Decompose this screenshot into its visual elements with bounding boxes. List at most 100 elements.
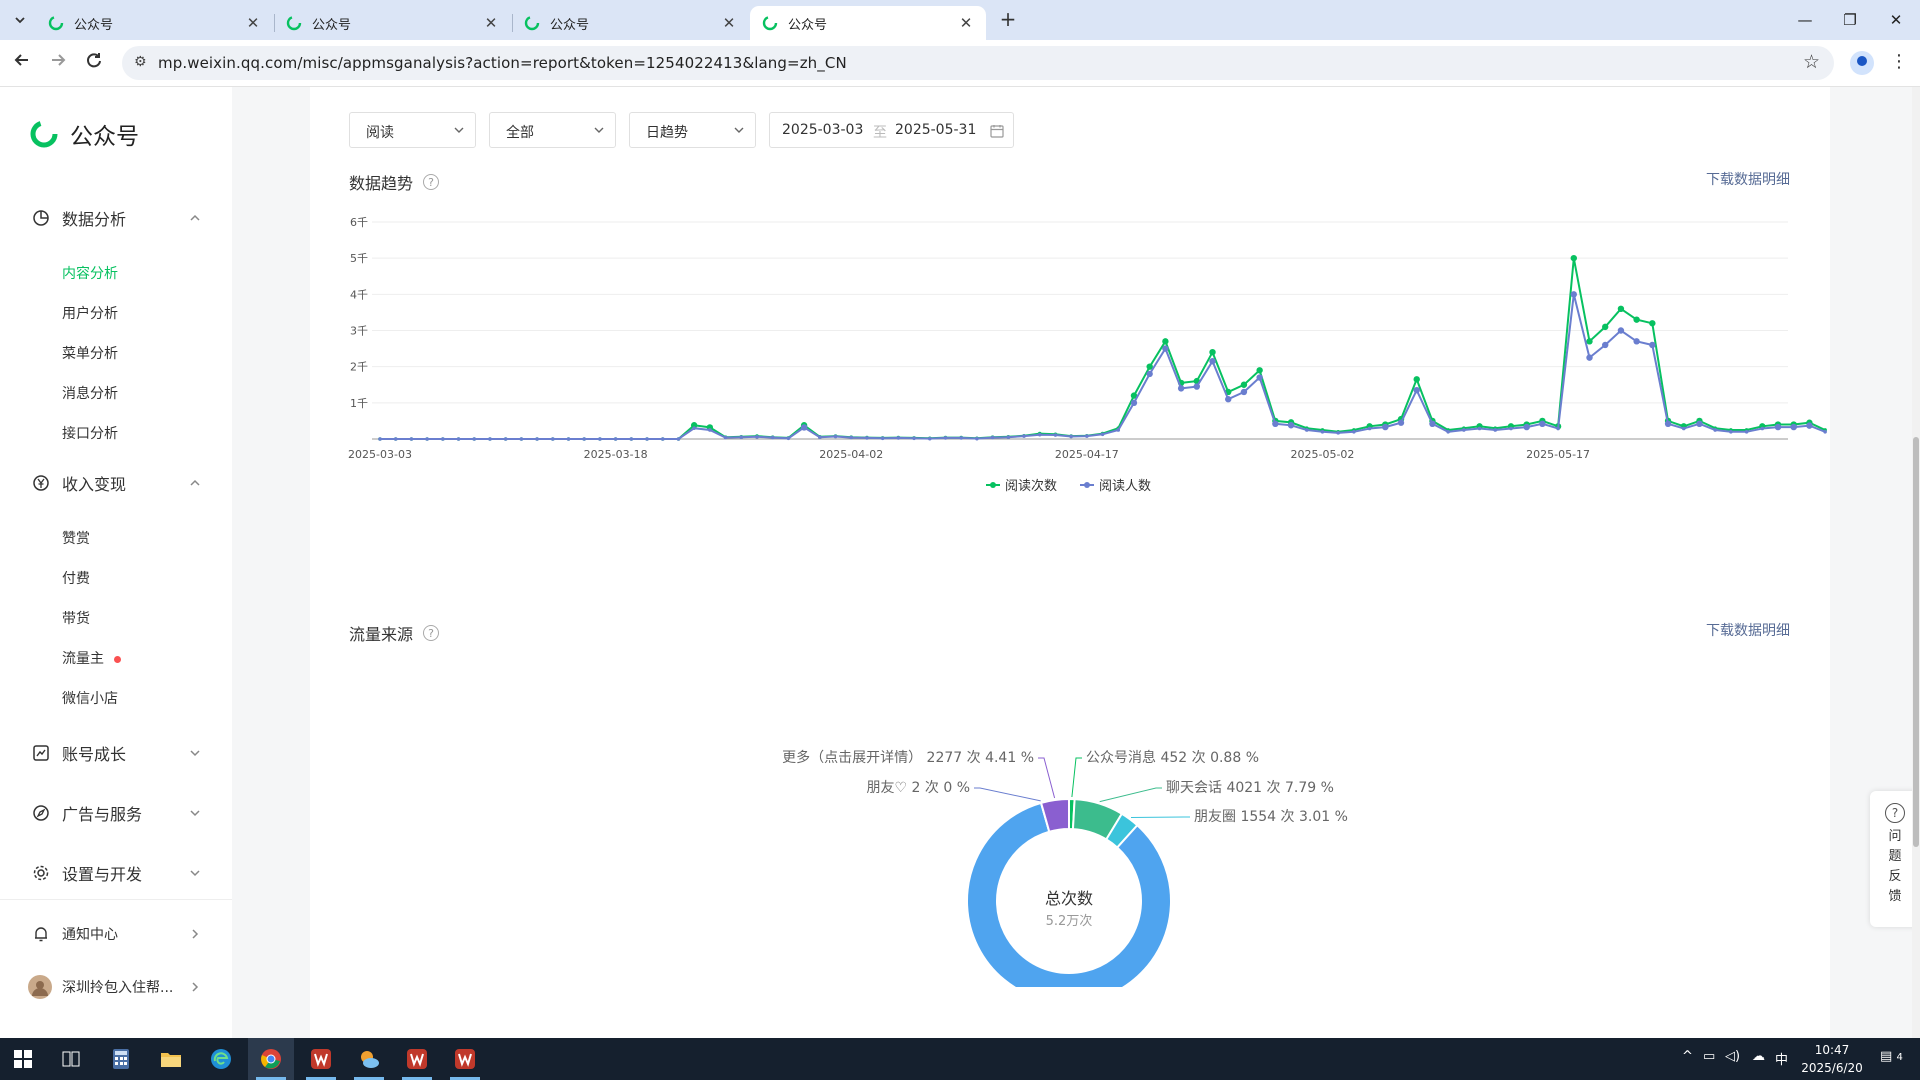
metric-select[interactable]: 阅读 [349,112,476,148]
close-icon[interactable]: ✕ [719,14,739,32]
yen-icon [33,475,49,491]
trend-download-link[interactable]: 下载数据明细 [1706,169,1790,189]
nav-group-data-analysis[interactable]: 数据分析 [32,203,202,233]
metric-select-value: 阅读 [366,125,394,141]
data-point [927,436,932,441]
reload-button[interactable] [82,51,106,75]
data-point [1162,345,1169,352]
browser-tab-2[interactable]: 公众号 ✕ [274,6,511,40]
task-view-button[interactable] [48,1038,94,1080]
wechat-mp-favicon-icon [762,15,778,31]
data-point [1696,420,1703,428]
sidebar-item-user-analysis[interactable]: 用户分析 [62,303,118,323]
ime-indicator[interactable]: 中 [1775,1049,1788,1068]
sidebar-item-traffic-owner[interactable]: 流量主 [62,648,121,668]
sidebar-item-commerce[interactable]: 带货 [62,608,90,628]
help-icon[interactable]: ? [423,625,440,641]
folder-icon [161,1053,181,1067]
data-point [378,437,382,441]
data-point [645,437,649,441]
close-window-button[interactable]: ✕ [1876,8,1916,32]
browser-menu-icon[interactable]: ⋮ [1890,49,1908,75]
data-point [770,435,775,440]
x-tick-label: 2025-05-17 [1526,448,1590,461]
forward-button[interactable] [46,51,70,75]
tab-title: 公众号 [788,17,828,33]
volume-icon[interactable]: ◁) [1725,1049,1740,1064]
taskbar-clock[interactable]: 10:47 2025/6/20 [1796,1041,1868,1077]
chevron-up-icon [190,479,200,486]
traffic-source-donut-chart: 公众号消息 452 次 0.88 % 聊天会话 4021 次 7.79 % 朋友圈 … [782,749,1348,987]
wps-app-3[interactable] [442,1038,488,1080]
browser-tab-4-active[interactable]: 公众号 ✕ [750,6,986,40]
chrome-browser-app[interactable] [248,1038,294,1080]
date-end[interactable]: 2025-05-31 [895,122,976,138]
close-icon[interactable]: ✕ [243,14,263,32]
account-switcher[interactable]: 深圳拎包入住帮... [28,972,202,1002]
data-point [1240,388,1248,396]
edge-browser-app[interactable] [198,1038,244,1080]
wps-app-1[interactable] [298,1038,344,1080]
tab-search-button[interactable] [8,9,32,31]
sidebar-item-message-analysis[interactable]: 消息分析 [62,383,118,403]
page-scrollbar-thumb[interactable] [1913,437,1919,847]
restore-window-button[interactable]: ❐ [1830,8,1870,32]
data-point [896,436,901,440]
notification-center[interactable]: 通知中心 [32,919,202,949]
tab-title: 公众号 [74,17,114,33]
nav-group-account-growth[interactable]: 账号成长 [32,738,202,768]
date-range-picker[interactable]: 2025-03-03 至 2025-05-31 [769,112,1014,148]
data-point [1022,434,1026,438]
profile-avatar-icon[interactable] [1850,51,1874,75]
leader-line [1099,787,1162,803]
data-point [393,437,398,441]
data-point [1287,422,1295,429]
site-info-icon[interactable]: ⚙ [134,54,147,70]
network-icon[interactable]: ▭ [1703,1049,1715,1064]
nav-group-settings-dev[interactable]: 设置与开发 [32,858,202,888]
sidebar-divider [0,899,232,900]
bookmark-star-icon[interactable]: ☆ [1803,51,1820,73]
leader-line [1071,757,1082,798]
sidebar-item-reward[interactable]: 赞赏 [62,528,90,548]
sidebar-item-api-analysis[interactable]: 接口分析 [62,423,118,443]
minimize-window-button[interactable]: — [1785,8,1825,32]
help-icon[interactable]: ? [423,174,440,190]
data-point [1586,338,1593,345]
brand[interactable]: 公众号 [28,117,139,151]
file-explorer-app[interactable] [148,1038,194,1080]
date-start[interactable]: 2025-03-03 [782,122,863,138]
start-button[interactable] [0,1038,46,1080]
sidebar-item-wechat-shop[interactable]: 微信小店 [62,688,118,708]
tray-overflow-icon[interactable]: ^ [1682,1049,1693,1064]
close-icon[interactable]: ✕ [956,14,976,32]
close-icon[interactable]: ✕ [481,14,501,32]
clock-date: 2025/6/20 [1801,1061,1863,1075]
weather-app[interactable] [346,1038,392,1080]
data-point [912,436,916,441]
data-point [1304,428,1309,432]
onedrive-icon[interactable]: ☁ [1752,1049,1765,1064]
nav-group-ads-services[interactable]: 广告与服务 [32,798,202,828]
address-bar[interactable]: ⚙ mp.weixin.qq.com/misc/appmsganalysis?a… [122,46,1834,80]
new-tab-button[interactable]: + [996,8,1020,32]
browser-tab-1[interactable]: 公众号 ✕ [36,6,273,40]
sidebar-item-content-analysis[interactable]: 内容分析 [62,263,118,283]
nav-group-monetization[interactable]: 收入变现 [32,468,202,498]
browser-tab-3[interactable]: 公众号 ✕ [512,6,749,40]
data-point [409,437,414,441]
sidebar-item-paid[interactable]: 付费 [62,568,90,588]
donut-center-value: 5.2万次 [1046,913,1093,929]
data-point [1130,399,1138,407]
clock-time: 10:47 [1814,1043,1850,1057]
granularity-select[interactable]: 日趋势 [629,112,756,148]
source-download-link[interactable]: 下载数据明细 [1706,620,1790,640]
data-point [800,424,808,431]
wps-app-2[interactable] [394,1038,440,1080]
sidebar-item-menu-analysis[interactable]: 菜单分析 [62,343,118,363]
back-button[interactable] [10,51,34,75]
calculator-app[interactable] [98,1038,144,1080]
scope-select[interactable]: 全部 [489,112,616,148]
notification-center-icon[interactable]: ▤ 4 [1880,1049,1903,1064]
data-point [1602,341,1609,349]
